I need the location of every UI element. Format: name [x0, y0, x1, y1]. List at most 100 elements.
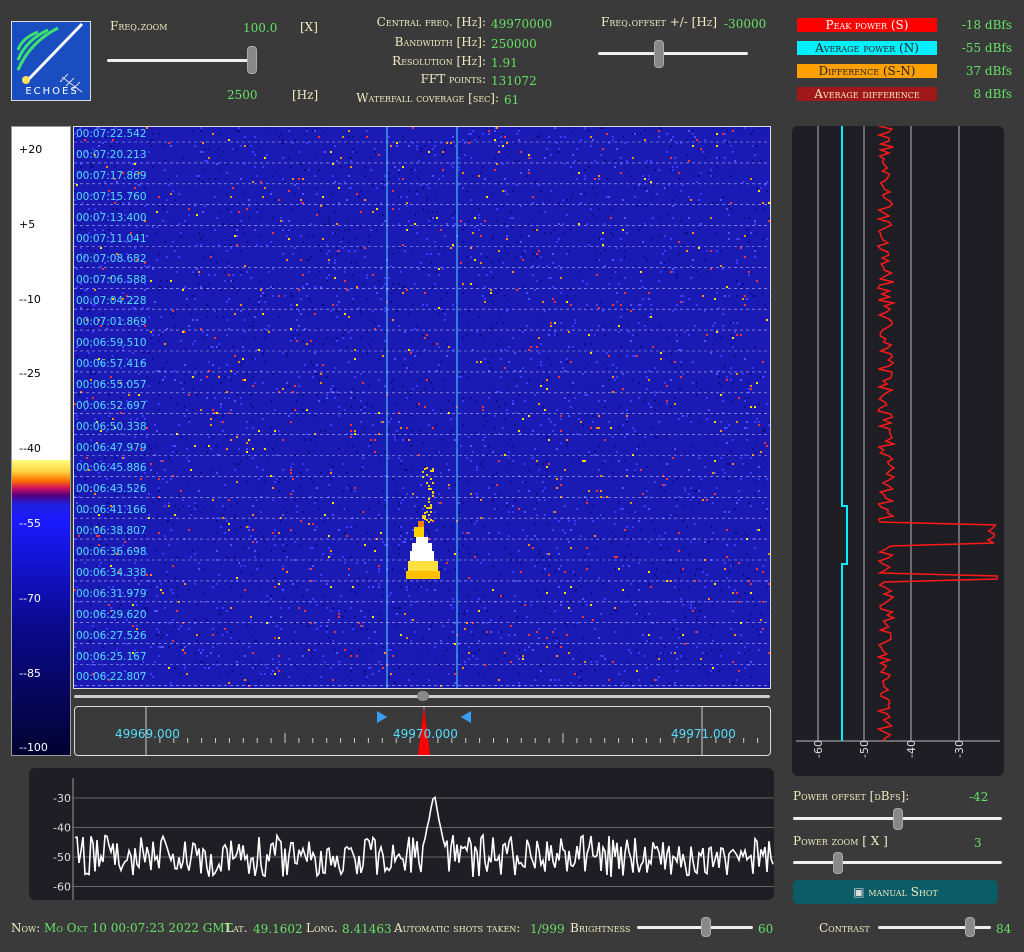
color-scale-label: --70 [19, 591, 41, 605]
freq-zoom-lower-value: 2500 [227, 88, 258, 102]
color-scale-label: --85 [19, 666, 41, 680]
lat-value: 49.1602 [253, 922, 303, 936]
power-axis-tick: -50 [858, 740, 871, 758]
waterfall-timestamp: 00:07:20.213 [76, 148, 147, 161]
spectrum-axis-tick: -50 [53, 851, 71, 864]
resolution-label: Resolution [Hz]: [392, 54, 486, 68]
waterfall-timestamp: 00:07:15.760 [76, 190, 147, 203]
power-history-chart: -60 -50 -40 -30 [796, 126, 1000, 758]
power-offset-value: -42 [969, 790, 989, 804]
freq-zoom-value: 100.0 [243, 21, 278, 35]
legend-value-2: 37 dBfs [965, 64, 1012, 78]
waterfall-timestamp: 00:06:31.979 [76, 587, 147, 600]
color-scale-label: --40 [19, 442, 41, 456]
power-axis-tick: -40 [905, 740, 918, 758]
legend-badge-1: Average power (N) [797, 41, 937, 55]
waterfall-timestamp: 00:06:25.167 [76, 650, 147, 663]
freq-offset-value: -30000 [724, 17, 767, 31]
waterfall-timestamp: 00:07:13.400 [76, 211, 147, 224]
waterfall-coverage-label: Waterfall coverage [sec]: [356, 91, 499, 105]
spectrum-axis-tick: -40 [53, 822, 71, 835]
power-zoom-value: 3 [974, 836, 982, 850]
freq-zoom-slider-thumb[interactable] [247, 46, 257, 74]
spectrum-chart: -30 -40 -50 -60 [53, 778, 774, 900]
bandwidth-label: Bandwidth [Hz]: [394, 35, 486, 49]
long-value: 8.41463 [342, 922, 392, 936]
color-scale-gradient [12, 460, 70, 755]
freq-offset-label: Freq.offset +/- [Hz] [601, 15, 718, 29]
waterfall-timestamp: 00:06:45.886 [76, 462, 147, 475]
waterfall-timestamp: 00:06:55.057 [76, 378, 147, 391]
freq-axis-label-left: 49969.000 [115, 727, 180, 741]
brightness-slider[interactable] [637, 926, 753, 929]
waterfall-timestamp: 00:06:41.166 [76, 504, 147, 517]
now-value: Mo Okt 10 00:07:23 2022 GMT [44, 921, 233, 935]
legend-value-0: -18 dBfs [961, 18, 1012, 32]
waterfall-timestamp: 00:06:50.338 [76, 420, 147, 433]
spectrum-axis-tick: -30 [53, 792, 71, 805]
legend-badge-2: Difference (S-N) [797, 64, 937, 78]
waterfall-timestamp: 00:06:27.526 [76, 629, 147, 642]
waterfall-display[interactable]: 00:07:22.542 00:07:20.213 00:07:17.869 00:0… [73, 126, 771, 689]
fft-points-label: FFT points: [420, 72, 486, 86]
waterfall-timestamp: 00:07:17.869 [76, 169, 147, 182]
frequency-axis[interactable]: 49969.000 49970.000 49971.000 [74, 706, 771, 756]
central-freq-label: Central freq. [Hz]: [376, 15, 486, 29]
waterfall-timestamp: 00:06:34.338 [76, 566, 147, 579]
contrast-value: 84 [996, 922, 1012, 936]
logo-text: ECHOES [25, 86, 79, 97]
waterfall-timestamp: 00:06:43.526 [76, 483, 147, 496]
waterfall-timestamp: 00:07:08.682 [76, 253, 147, 266]
waterfall-timestamp: 00:06:36.698 [76, 546, 147, 558]
color-scale-label: --10 [19, 292, 41, 306]
waterfall-timestamp: 00:06:57.416 [76, 357, 147, 370]
color-scale-label: --100 [19, 741, 48, 755]
legend-value-1: -55 dBfs [961, 41, 1012, 55]
power-axis-tick: -60 [812, 740, 825, 758]
brightness-slider-thumb[interactable] [700, 917, 711, 937]
bandwidth-value: 250000 [491, 37, 537, 51]
power-offset-label: Power offset [dBfs]: [793, 789, 910, 803]
central-freq-value: 49970000 [491, 17, 553, 31]
waterfall-timestamp: 00:06:47.979 [76, 441, 147, 454]
color-scale-label: --55 [19, 517, 41, 530]
power-history-panel: -60 -50 -40 -30 [792, 126, 1004, 776]
manual-shot-button[interactable]: ▣ manual Shot [793, 880, 998, 904]
waterfall-timestamp: 00:06:38.807 [76, 525, 147, 538]
freq-zoom-label: Freq.zoom [110, 19, 168, 33]
waterfall-timestamp: 00:07:11.041 [76, 232, 147, 245]
power-zoom-slider-thumb[interactable] [832, 852, 843, 874]
waterfall-coverage-value: 61 [504, 93, 520, 107]
contrast-label: Contrast [819, 921, 870, 935]
now-label: Now: [11, 921, 41, 935]
shots-label: Automatic shots taken: [394, 921, 521, 935]
legend-badge-3: Average difference [797, 87, 937, 101]
contrast-slider-thumb[interactable] [964, 917, 975, 937]
waterfall-timestamp: 00:07:01.869 [76, 316, 147, 329]
freq-offset-slider-thumb[interactable] [654, 40, 664, 68]
color-scale-label: --25 [19, 367, 41, 381]
freq-axis-label-right: 49971.000 [671, 727, 736, 741]
waterfall-timestamp: 00:07:06.588 [76, 274, 147, 287]
echoes-logo: ECHOES [11, 21, 91, 101]
spectrum-panel: -30 -40 -50 -60 [29, 768, 774, 900]
camera-icon: ▣ [853, 885, 865, 899]
freq-axis-label-center: 49970.000 [393, 727, 458, 741]
color-scale-label: +5 [19, 217, 36, 231]
waterfall-timestamp: 00:07:22.542 [76, 128, 147, 140]
shots-value: 1/999 [530, 922, 565, 936]
manual-shot-label: manual Shot [868, 885, 938, 899]
waterfall-scroll-thumb[interactable] [417, 691, 429, 701]
color-scale-label: +20 [19, 143, 43, 156]
power-offset-slider-thumb[interactable] [892, 808, 903, 830]
freq-offset-slider[interactable] [598, 52, 748, 55]
waterfall-timestamp: 00:06:22.807 [76, 671, 147, 684]
legend-value-3: 8 dBfs [973, 87, 1012, 101]
lat-label: Lat. [225, 921, 248, 935]
freq-zoom-slider[interactable] [107, 59, 257, 62]
waterfall-timestamp: 00:06:29.620 [76, 608, 147, 621]
power-zoom-slider[interactable] [793, 861, 1002, 864]
legend-badge-0: Peak power (S) [797, 18, 937, 32]
spectrum-axis-tick: -60 [53, 881, 71, 894]
power-axis-tick: -30 [953, 740, 966, 758]
